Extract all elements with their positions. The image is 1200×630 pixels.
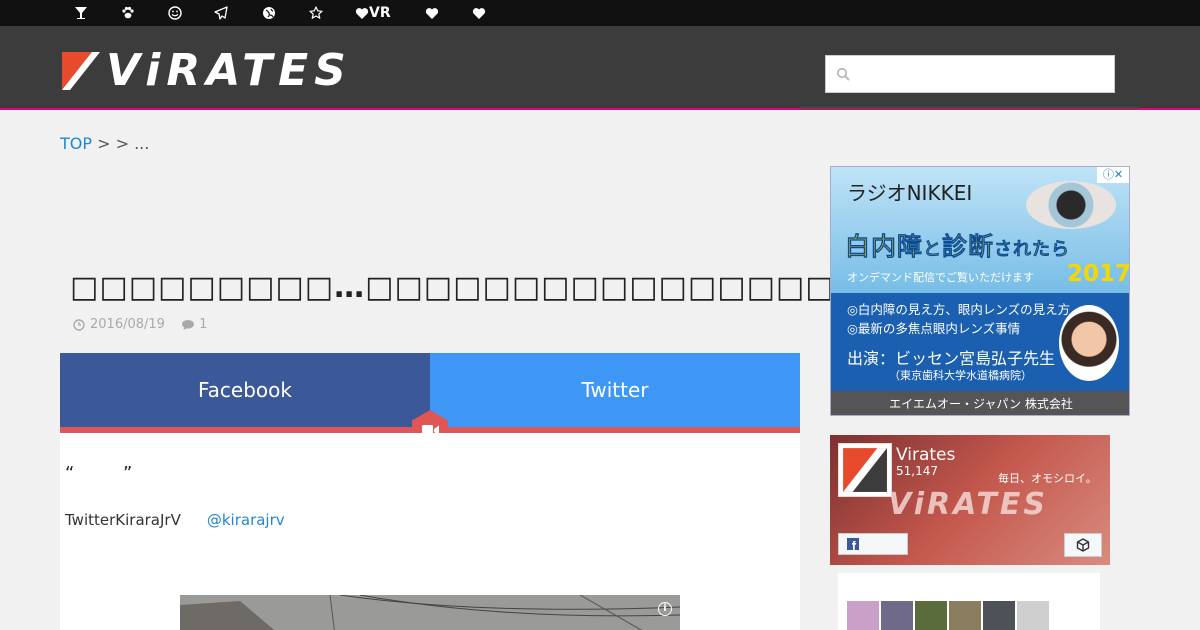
- ad-line-3: 出演：ビッセン宮島弘子先生: [847, 349, 1056, 368]
- logo-text: ViRATES: [106, 45, 352, 96]
- topnav-item-plane[interactable]: [214, 0, 228, 26]
- ad-subtitle: オンデマンド配信でご覧いただけます: [847, 271, 1034, 284]
- quote-open: “: [65, 463, 75, 484]
- topnav-item-paw[interactable]: [121, 0, 135, 26]
- comment-icon: [182, 319, 195, 330]
- article-comments-wrap[interactable]: 1: [181, 317, 207, 332]
- breadcrumb-sep-1: >: [92, 134, 116, 153]
- breadcrumb: TOP > > ...: [60, 134, 149, 153]
- facebook-icon: [847, 538, 859, 550]
- fb-like-count: 51,147: [896, 464, 938, 478]
- heart-icon: [355, 7, 369, 19]
- ad-headline-c: 診断: [942, 232, 995, 262]
- twitter-handle-link[interactable]: @kirarajrv: [207, 511, 285, 529]
- fb-page-avatar[interactable]: [838, 443, 892, 497]
- heart-icon: [425, 7, 439, 19]
- quote: “ ”: [65, 463, 132, 484]
- fan-avatar[interactable]: [881, 601, 913, 630]
- fan-avatar[interactable]: [915, 601, 947, 630]
- topnav-item-star[interactable]: [309, 0, 323, 26]
- smile-icon: [168, 6, 182, 20]
- fb-tagline: 毎日、オモシロイ。: [998, 472, 1097, 485]
- info-icon[interactable]: i: [658, 602, 672, 616]
- twitter-credit: TwitterKiraraJrV @kirarajrv: [65, 511, 285, 529]
- fb-page-name[interactable]: Virates: [896, 445, 955, 465]
- paw-icon: [122, 6, 134, 19]
- comment-count: 1: [199, 317, 208, 332]
- top-nav-bar: VR: [0, 0, 1200, 26]
- fb-like-button[interactable]: [838, 533, 908, 555]
- presenter-photo: [1059, 305, 1119, 381]
- search-input[interactable]: [856, 62, 1106, 86]
- fb-fans-area: [830, 565, 1110, 630]
- search-icon: [836, 67, 850, 81]
- article-date: 2016/08/19: [90, 317, 165, 332]
- facebook-share-button[interactable]: Facebook: [60, 353, 430, 427]
- ad-choices-close-icon[interactable]: ⓘ✕: [1097, 167, 1129, 183]
- site-logo[interactable]: ViRATES: [62, 47, 378, 95]
- fan-avatar[interactable]: [1017, 601, 1049, 630]
- site-header: ViRATES: [0, 26, 1200, 110]
- globe-icon: [263, 7, 275, 19]
- ad-footer: エイエムオー・ジャパン 株式会社: [831, 391, 1129, 415]
- ad-headline: 白内障と診断されたら: [845, 227, 1070, 263]
- ad-line-2: ◎最新の多焦点眼内レンズ事情: [847, 321, 1021, 336]
- sidebar-ad-banner[interactable]: ラジオNIKKEI 白内障と診断されたら オンデマンド配信でご覧いただけます 2…: [830, 166, 1130, 416]
- ad-line-4: （東京歯科大学水道橋病院）: [889, 369, 1032, 382]
- twitter-credit-text: TwitterKiraraJrV: [65, 511, 181, 529]
- topnav-item-vr[interactable]: VR: [355, 0, 391, 26]
- logo-mark-icon: [62, 52, 100, 90]
- paper-plane-icon: [214, 6, 228, 20]
- twitter-share-button[interactable]: Twitter: [430, 353, 800, 427]
- topnav-item-globe[interactable]: [262, 0, 276, 26]
- ad-headline-d: されたら: [994, 239, 1071, 261]
- cube-icon: [1076, 538, 1090, 552]
- ad-headline-b: と: [923, 239, 943, 261]
- ad-headline-a: 白内障: [845, 232, 924, 262]
- fb-share-button[interactable]: [1064, 533, 1102, 557]
- ad-line-1: ◎白内障の見え方、眼内レンズの見え方: [847, 302, 1071, 317]
- article-date-wrap: 2016/08/19: [73, 317, 165, 332]
- fb-banner-text: ViRATES: [888, 487, 1048, 522]
- cocktail-icon: [75, 7, 87, 19]
- article-body: “ ” TwitterKiraraJrV @kirarajrv i: [60, 433, 800, 630]
- heart-icon: [472, 7, 486, 19]
- topnav-item-heart-2[interactable]: [425, 0, 439, 26]
- ad-radio-name: ラジオNIKKEI: [847, 181, 973, 205]
- article-meta: 2016/08/19 1: [73, 317, 207, 335]
- street-photo-image: [180, 595, 680, 630]
- topnav-item-smile[interactable]: [168, 0, 182, 26]
- breadcrumb-sep-2: > ...: [115, 134, 150, 153]
- search-underline: [800, 107, 1140, 109]
- article-image[interactable]: i: [180, 595, 680, 630]
- quote-close: ”: [123, 463, 133, 484]
- ad-year: 2017: [1067, 261, 1130, 287]
- fan-avatar[interactable]: [847, 601, 879, 630]
- logo-mark-icon: [843, 448, 887, 492]
- topnav-vr-label: VR: [369, 5, 391, 21]
- clock-icon: [73, 318, 85, 331]
- fan-avatar[interactable]: [949, 601, 981, 630]
- facebook-page-widget[interactable]: ViRATES Virates 51,147 毎日、オモシロイ。: [830, 435, 1110, 565]
- eye-image: [1026, 181, 1116, 229]
- star-icon: [309, 6, 323, 19]
- breadcrumb-top-link[interactable]: TOP: [60, 134, 92, 153]
- fan-avatar[interactable]: [983, 601, 1015, 630]
- search-box[interactable]: [825, 55, 1115, 93]
- topnav-item-cocktail[interactable]: [74, 0, 88, 26]
- topnav-item-heart-3[interactable]: [472, 0, 486, 26]
